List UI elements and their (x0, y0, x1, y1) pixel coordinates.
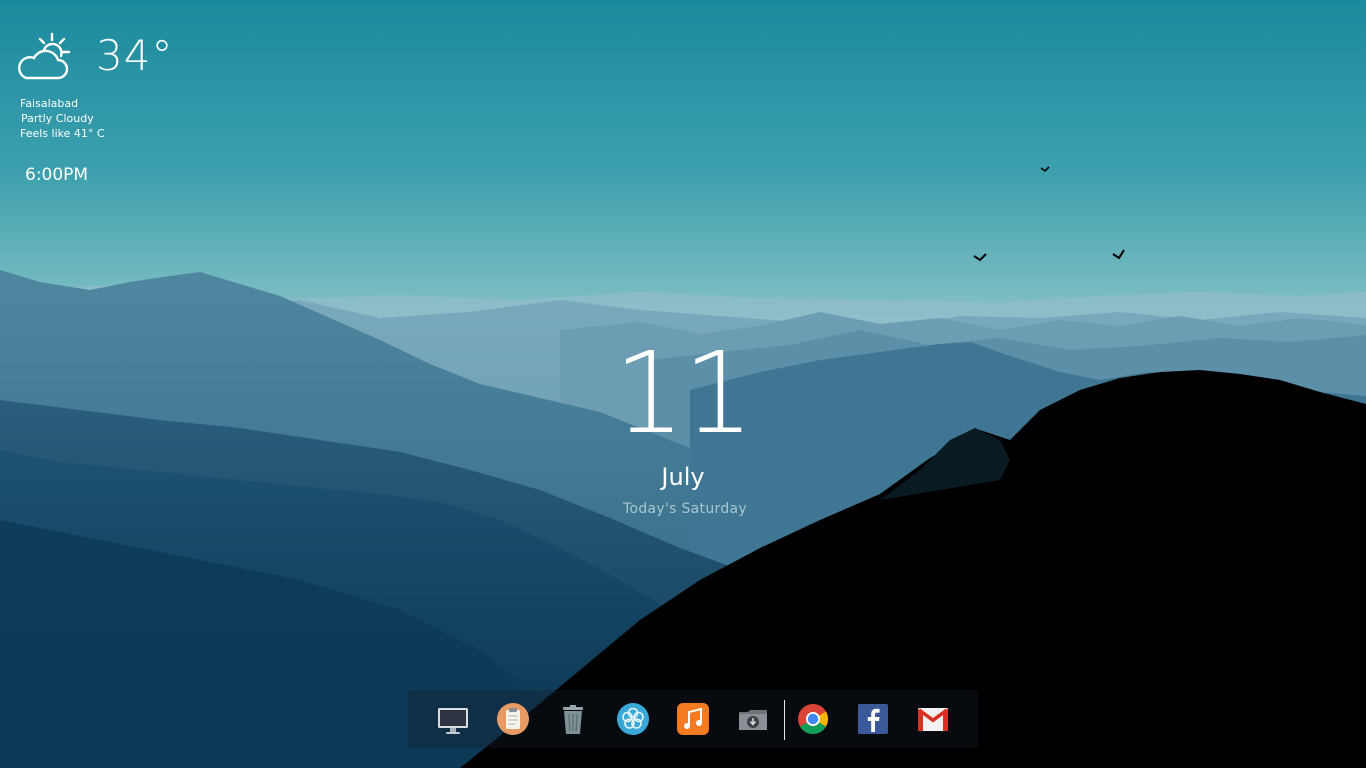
dock-item-downloads[interactable] (736, 702, 770, 736)
date-day: 11 (613, 329, 755, 459)
partly-cloudy-icon (14, 30, 74, 86)
trash-icon (556, 702, 590, 736)
dock-item-chrome[interactable] (796, 702, 830, 736)
feels-like-label: Feels like 41° C (20, 127, 105, 140)
date-weekday: Today's Saturday (623, 501, 747, 517)
dock (408, 690, 978, 748)
chrome-icon (796, 702, 830, 736)
dock-item-trash[interactable] (556, 702, 590, 736)
notes-icon (496, 702, 530, 736)
location-label: Faisalabad (20, 97, 79, 110)
date-month: July (661, 463, 705, 491)
dock-item-monitor[interactable] (436, 702, 470, 736)
gmail-icon (916, 702, 950, 736)
dock-item-notes[interactable] (496, 702, 530, 736)
settings-flower-icon (616, 702, 650, 736)
music-icon (676, 702, 710, 736)
dock-item-facebook[interactable] (856, 702, 890, 736)
dock-item-gmail[interactable] (916, 702, 950, 736)
clock-time: 6:00PM (25, 165, 89, 185)
downloads-icon (736, 702, 770, 736)
temperature: 34° (96, 31, 174, 80)
dock-separator (784, 700, 785, 740)
dock-item-settings[interactable] (616, 702, 650, 736)
desktop: 34° Faisalabad Partly Cloudy Feels like … (0, 0, 1366, 768)
monitor-icon (436, 702, 470, 736)
condition-label: Partly Cloudy (21, 112, 94, 125)
dock-item-music[interactable] (676, 702, 710, 736)
facebook-icon (856, 702, 890, 736)
